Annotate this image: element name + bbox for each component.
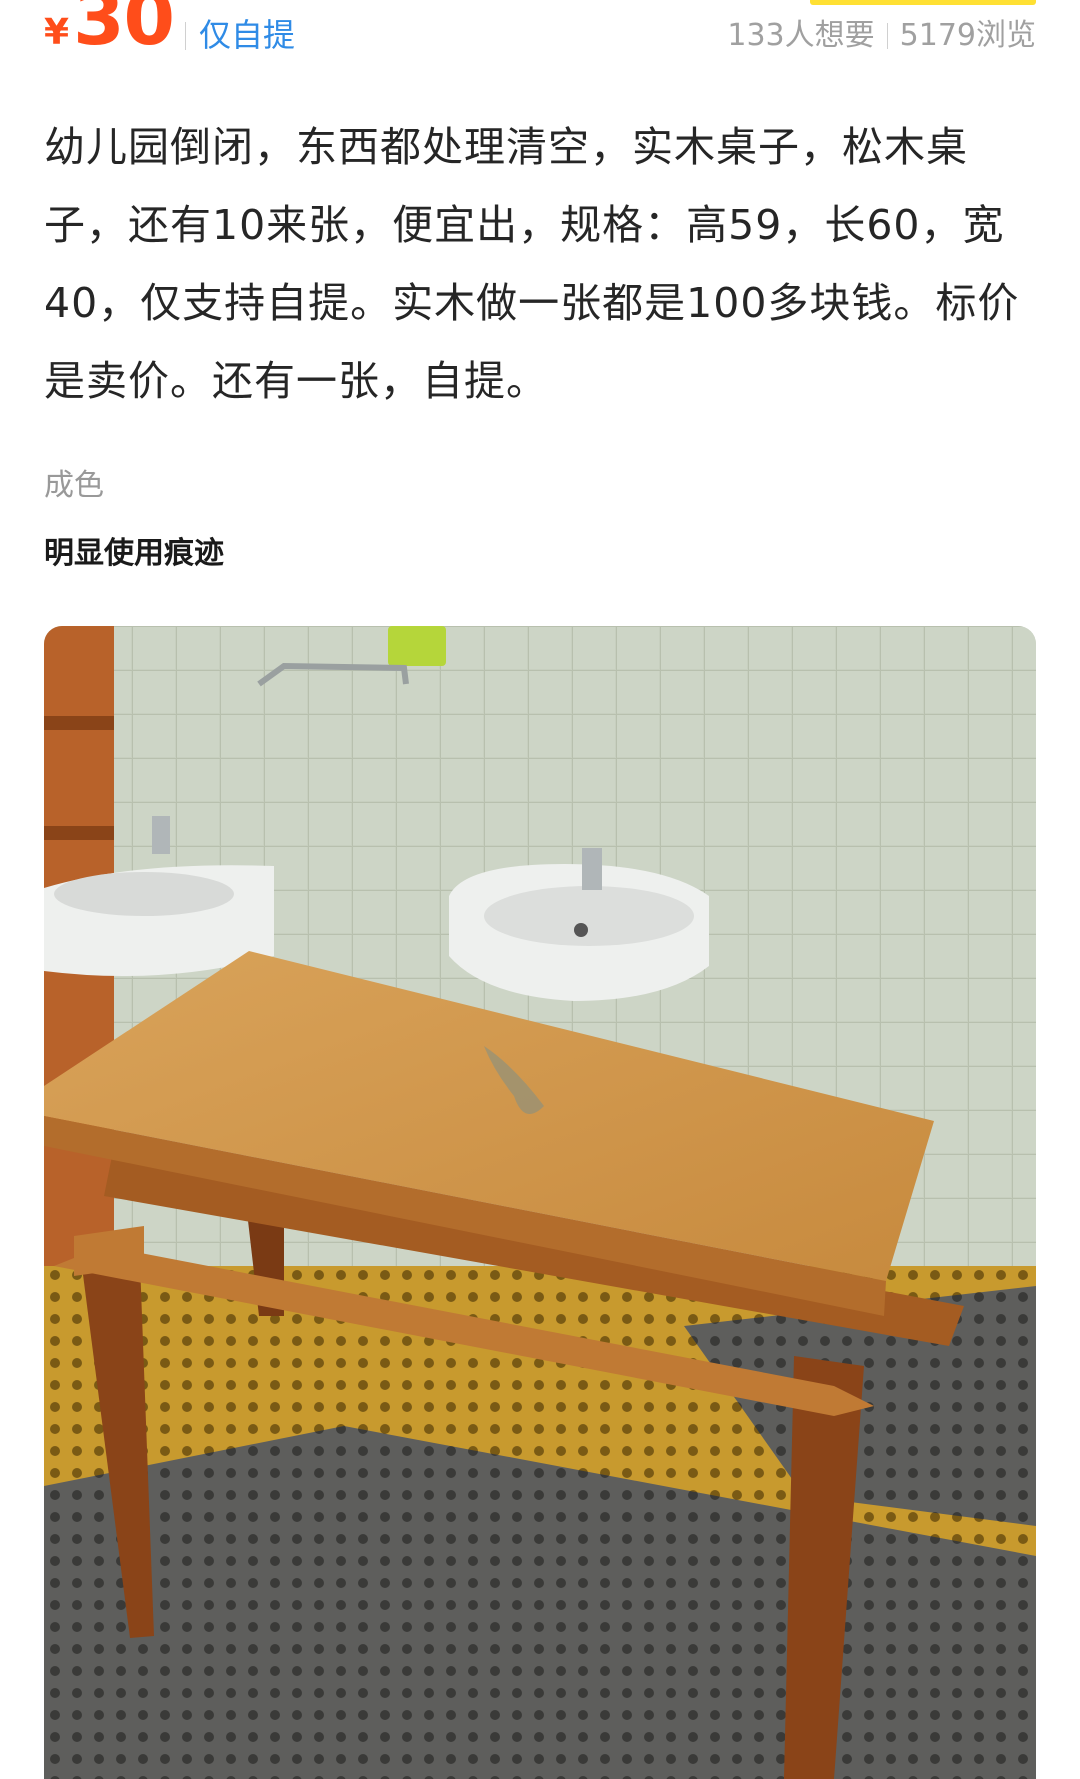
item-photo[interactable] [44,626,1036,1779]
listing-stats: 133人想要 5179浏览 [727,16,1036,56]
wall-sign [388,626,446,666]
wooden-table-photo [44,626,1036,1779]
divider [185,22,186,50]
price: ¥ 30 [44,0,175,62]
condition-label: 成色 [44,468,104,503]
wants-count: 133人想要 [727,18,875,53]
price-value: 30 [73,0,175,62]
item-description: 幼儿园倒闭，东西都处理清空，实木桌子，松木桌子，还有10来张，便宜出，规格：高5… [44,123,1020,405]
divider [886,23,888,49]
views-count: 5179浏览 [899,18,1036,53]
currency-symbol: ¥ [44,12,70,53]
price-row: ¥ 30 仅自提 133人想要 5179浏览 [44,0,1036,70]
pickup-only-tag: 仅自提 [199,16,296,54]
condition-value: 明显使用痕迹 [44,536,224,571]
accent-bar [810,0,1036,5]
